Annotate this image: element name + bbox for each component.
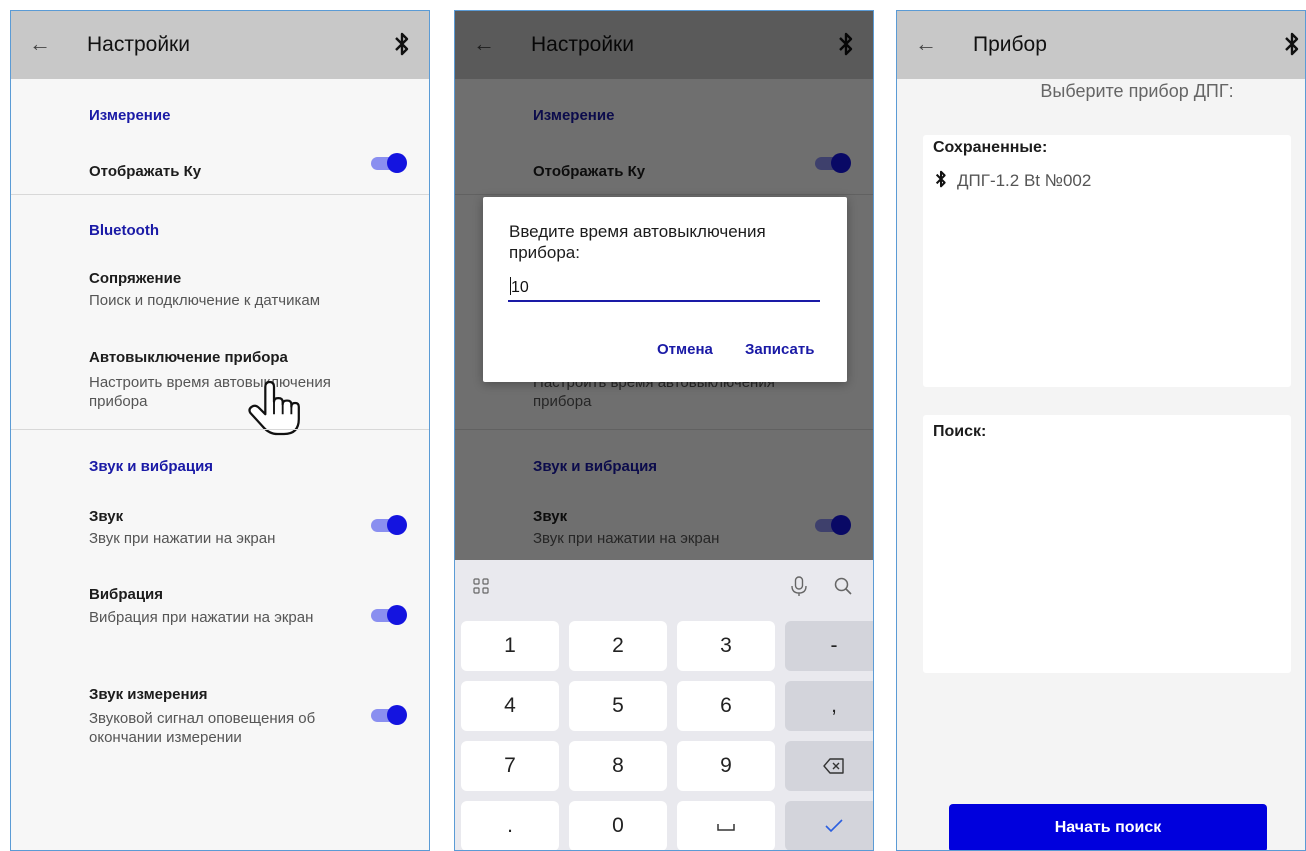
measure-sound-toggle[interactable] — [369, 705, 407, 725]
search-label: Поиск: — [933, 423, 987, 440]
bluetooth-icon — [935, 170, 946, 188]
key-1[interactable]: 1 — [461, 621, 559, 671]
setting-vibration-title: Вибрация — [89, 586, 164, 603]
search-icon[interactable] — [833, 576, 853, 596]
dialog-title: Введите время автовыключения прибора: — [509, 222, 766, 262]
settings-dialog-screen: ← Настройки Измерение Отображать Ку Наст… — [454, 10, 874, 851]
backspace-icon — [823, 758, 844, 774]
section-title-sound-vibration: Звук и вибрация — [89, 458, 214, 475]
setting-autooff-title: Автовыключение прибора — [89, 349, 288, 366]
key-3[interactable]: 3 — [677, 621, 775, 671]
settings-screen: ← Настройки Измерение Отображать Ку Blue… — [10, 10, 430, 851]
setting-sound-subtitle: Звук при нажатии на экран — [89, 530, 276, 547]
autooff-time-input[interactable]: 10 — [508, 277, 820, 302]
section-title-bluetooth: Bluetooth — [89, 222, 159, 239]
setting-vibration-subtitle: Вибрация при нажатии на экран — [89, 609, 314, 626]
key-9[interactable]: 9 — [677, 741, 775, 791]
search-results-card: Поиск: — [923, 415, 1291, 673]
key-dot[interactable]: . — [461, 801, 559, 850]
numeric-keyboard: 1 2 3 - 4 5 6 , 7 8 9 . 0 — [455, 560, 873, 850]
keyboard-toolbar — [455, 560, 873, 612]
key-minus[interactable]: - — [785, 621, 873, 671]
bluetooth-icon[interactable] — [391, 31, 413, 57]
vibration-toggle[interactable] — [369, 605, 407, 625]
divider — [11, 429, 429, 430]
cancel-button[interactable]: Отмена — [657, 341, 713, 358]
key-5[interactable]: 5 — [569, 681, 667, 731]
setting-measure-sound-title: Звук измерения — [89, 686, 208, 703]
setting-pairing-title: Сопряжение — [89, 270, 182, 287]
checkmark-icon — [825, 819, 843, 833]
setting-autooff-subtitle: Настроить время автовыключения прибора — [89, 374, 331, 410]
back-arrow-icon[interactable]: ← — [29, 31, 51, 57]
settings-app-bar: ← Настройки — [11, 11, 429, 79]
key-comma[interactable]: , — [785, 681, 873, 731]
key-7[interactable]: 7 — [461, 741, 559, 791]
key-4[interactable]: 4 — [461, 681, 559, 731]
bluetooth-icon[interactable] — [1281, 31, 1303, 57]
grid-icon[interactable] — [473, 578, 489, 594]
page-title: Прибор — [973, 33, 1047, 56]
sound-toggle[interactable] — [369, 515, 407, 535]
space-icon — [717, 824, 735, 831]
device-app-bar: ← Прибор — [897, 11, 1305, 79]
start-search-button[interactable]: Начать поиск — [949, 804, 1267, 850]
autooff-dialog: Введите время автовыключения прибора: 10… — [483, 197, 847, 382]
key-8[interactable]: 8 — [569, 741, 667, 791]
page-title: Настройки — [87, 33, 190, 56]
key-6[interactable]: 6 — [677, 681, 775, 731]
setting-display-ky-title: Отображать Ку — [89, 163, 202, 180]
key-0[interactable]: 0 — [569, 801, 667, 850]
setting-measure-sound-subtitle: Звуковой сигнал оповещения об окончании … — [89, 710, 316, 746]
microphone-icon[interactable] — [789, 575, 809, 597]
autooff-time-value: 10 — [511, 279, 529, 296]
device-heading: Выберите прибор ДПГ: — [1040, 81, 1234, 101]
space-key[interactable] — [677, 801, 775, 850]
backspace-key[interactable] — [785, 741, 873, 791]
setting-sound-title: Звук — [89, 508, 124, 525]
setting-pairing-subtitle: Поиск и подключение к датчикам — [89, 292, 321, 309]
save-button[interactable]: Записать — [745, 341, 814, 358]
display-ky-toggle[interactable] — [369, 153, 407, 173]
done-key[interactable] — [785, 801, 873, 850]
back-arrow-icon[interactable]: ← — [915, 31, 937, 57]
device-screen: ← Прибор Выберите прибор ДПГ: Сохраненны… — [896, 10, 1306, 851]
saved-device-name: ДПГ-1.2 Bt №002 — [957, 171, 1092, 190]
saved-label: Сохраненные: — [933, 139, 1048, 156]
section-title-measurement: Измерение — [89, 107, 171, 124]
key-2[interactable]: 2 — [569, 621, 667, 671]
divider — [11, 194, 429, 195]
